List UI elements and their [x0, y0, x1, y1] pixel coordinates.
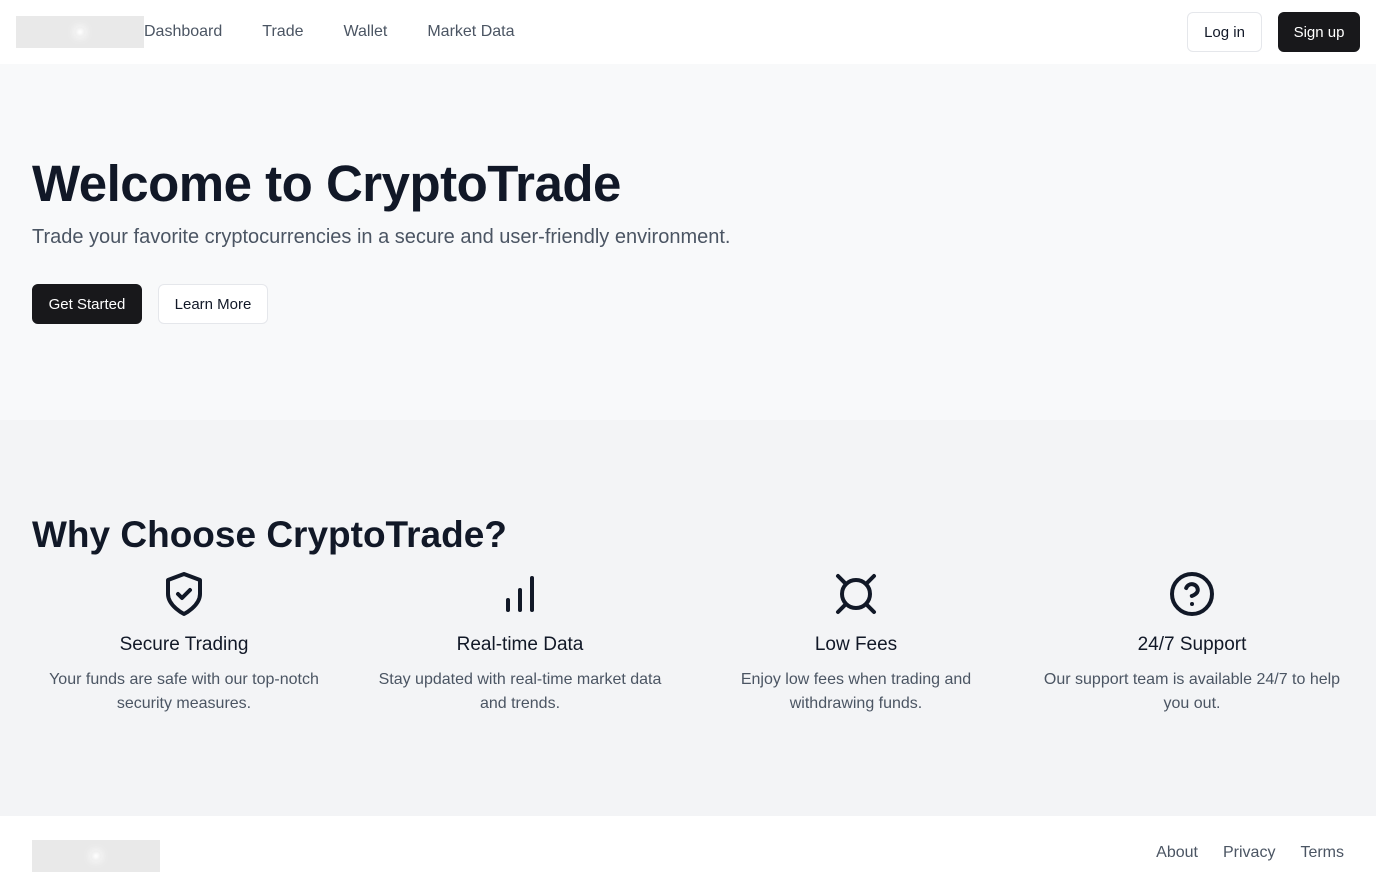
feature-secure-trading: Secure Trading Your funds are safe with …: [16, 570, 352, 716]
nav-dashboard[interactable]: Dashboard: [144, 23, 222, 41]
feature-title: Low Fees: [814, 634, 898, 655]
signup-button[interactable]: Sign up: [1278, 12, 1360, 52]
features-title: Why Choose CryptoTrade?: [32, 514, 507, 555]
feature-title: Secure Trading: [119, 634, 249, 655]
footer-nav: About Privacy Terms: [1131, 844, 1344, 862]
learn-more-button[interactable]: Learn More: [158, 284, 268, 324]
currency-icon: [836, 574, 876, 614]
logo-mark: [91, 851, 101, 861]
footer-link-terms[interactable]: Terms: [1300, 844, 1344, 862]
feature-low-fees: Low Fees Enjoy low fees when trading and…: [688, 570, 1024, 716]
features-section: Why Choose CryptoTrade? Secure Trading Y…: [0, 420, 1376, 816]
nav-wallet[interactable]: Wallet: [343, 23, 387, 41]
feature-description: Stay updated with real-time market data …: [378, 671, 662, 712]
feature-description: Our support team is available 24/7 to he…: [1043, 671, 1341, 712]
main-nav: Dashboard Trade Wallet Market Data: [144, 0, 554, 64]
logo-mark: [75, 27, 85, 37]
help-circle-icon: [1170, 572, 1214, 616]
feature-description: Enjoy low fees when trading and withdraw…: [740, 671, 972, 712]
top-header: Dashboard Trade Wallet Market Data Log i…: [0, 0, 1376, 64]
feature-title: 24/7 Support: [1137, 634, 1247, 655]
nav-market-data[interactable]: Market Data: [427, 23, 514, 41]
shield-check-icon: [166, 572, 202, 616]
login-button[interactable]: Log in: [1187, 12, 1262, 52]
footer-link-privacy[interactable]: Privacy: [1223, 844, 1275, 862]
brand-logo[interactable]: [16, 16, 144, 48]
footer-logo[interactable]: [32, 840, 160, 872]
hero-title: Welcome to CryptoTrade: [32, 155, 621, 212]
get-started-button[interactable]: Get Started: [32, 284, 142, 324]
feature-description: Your funds are safe with our top-notch s…: [49, 671, 319, 712]
nav-trade[interactable]: Trade: [262, 23, 303, 41]
bar-chart-icon: [506, 576, 534, 612]
feature-support: 24/7 Support Our support team is availab…: [1024, 570, 1360, 716]
feature-real-time-data: Real-time Data Stay updated with real-ti…: [352, 570, 688, 716]
hero-section: Welcome to CryptoTrade Trade your favori…: [0, 64, 1376, 420]
site-footer: About Privacy Terms: [0, 816, 1376, 896]
hero-subtitle: Trade your favorite cryptocurrencies in …: [32, 226, 731, 248]
footer-link-about[interactable]: About: [1156, 844, 1198, 862]
feature-title: Real-time Data: [456, 634, 584, 655]
